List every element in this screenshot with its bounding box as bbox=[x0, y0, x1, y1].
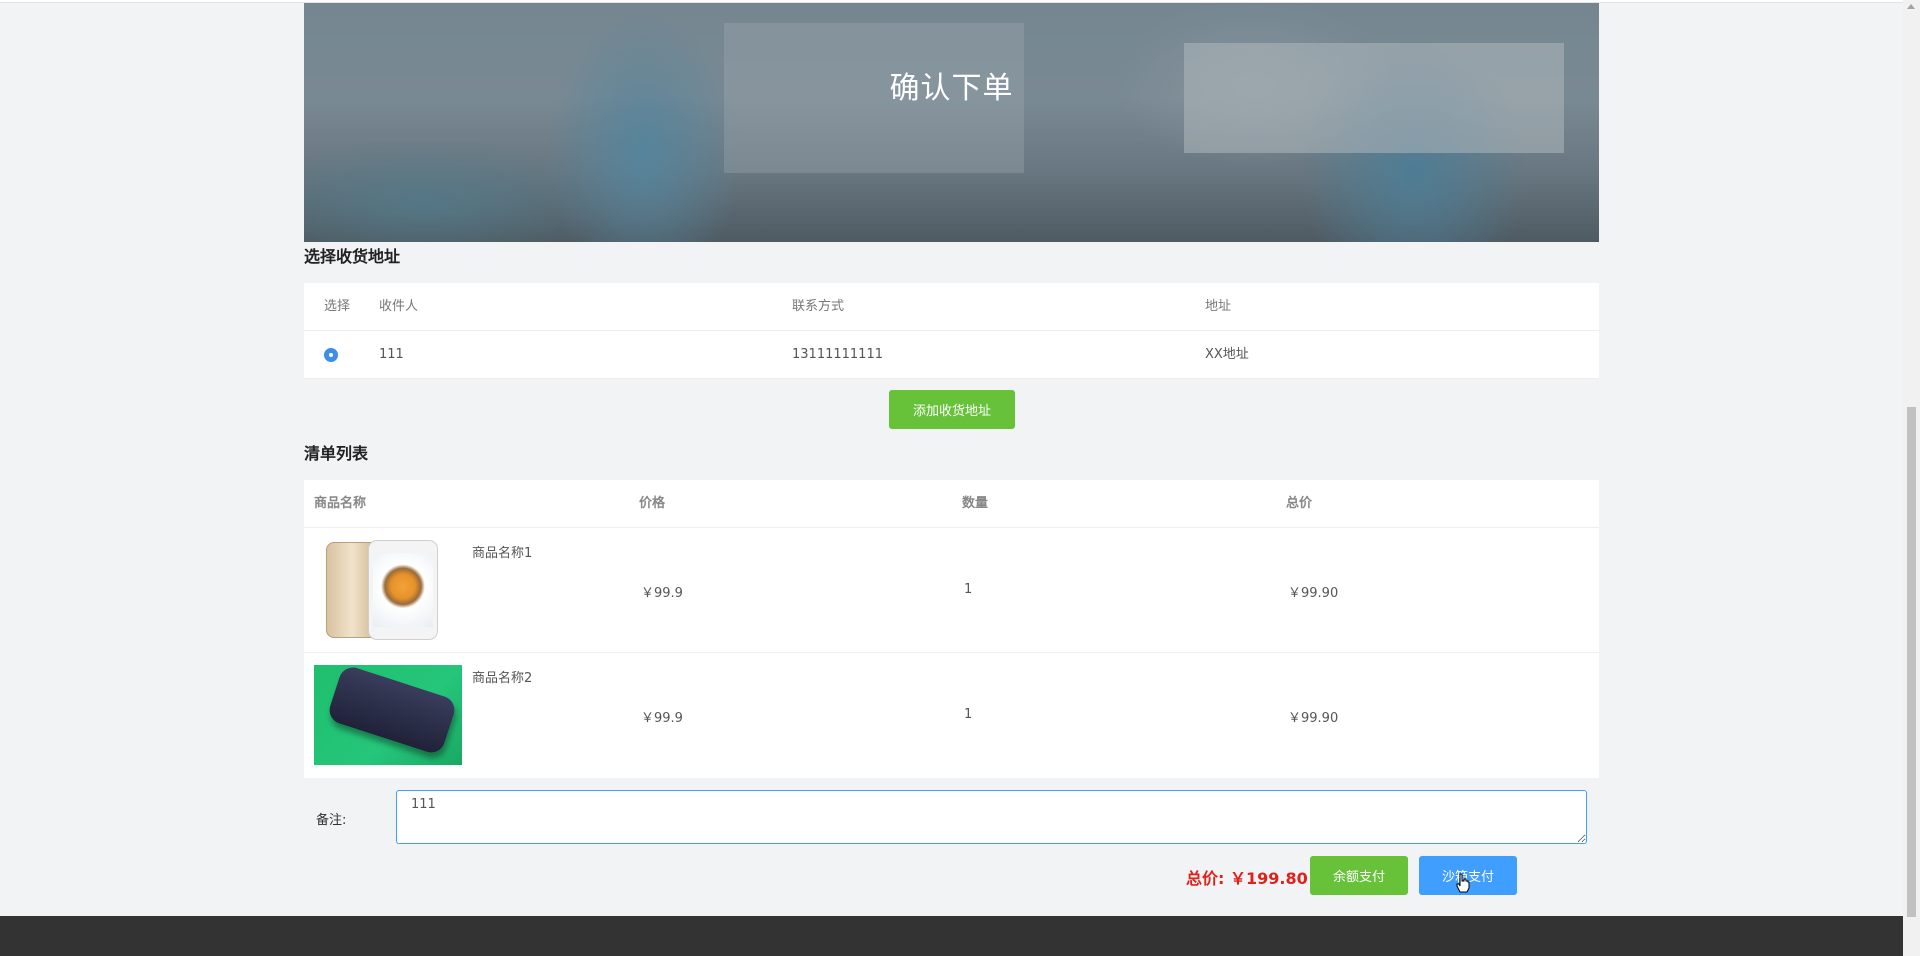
page-banner: 确认下单 bbox=[304, 3, 1599, 242]
address-table-header: 选择 收件人 联系方式 地址 bbox=[304, 283, 1599, 331]
order-item-row: 商品名称1 ￥99.9 1 ￥99.90 bbox=[304, 528, 1599, 653]
column-header-price: 价格 bbox=[639, 496, 666, 511]
order-table: 商品名称 价格 数量 总价 商品名称1 ￥99.9 1 ￥99.90 商品名称2 bbox=[304, 480, 1599, 778]
remark-textarea[interactable]: 111 bbox=[396, 790, 1587, 844]
product-name: 商品名称1 bbox=[472, 546, 533, 561]
phone-case-shape bbox=[325, 665, 459, 757]
column-header-total: 总价 bbox=[1286, 496, 1313, 511]
banner-overlay bbox=[304, 3, 1599, 242]
address-section-title: 选择收货地址 bbox=[304, 247, 401, 266]
column-header-quantity: 数量 bbox=[962, 496, 989, 511]
product-total: ￥99.90 bbox=[1288, 586, 1339, 601]
page-title: 确认下单 bbox=[889, 71, 1014, 106]
page-footer bbox=[0, 916, 1920, 956]
scrollbar-thumb[interactable] bbox=[1907, 407, 1916, 917]
column-header-address: 地址 bbox=[1205, 299, 1232, 314]
address-table: 选择 收件人 联系方式 地址 111 13111111111 XX地址 bbox=[304, 283, 1599, 379]
page-container: 确认下单 选择收货地址 选择 收件人 联系方式 地址 111 131111111… bbox=[304, 3, 1599, 895]
product-price: ￥99.9 bbox=[641, 711, 683, 726]
column-header-product-name: 商品名称 bbox=[314, 496, 367, 511]
order-item-row: 商品名称2 ￥99.9 1 ￥99.90 bbox=[304, 653, 1599, 778]
address-cell: XX地址 bbox=[1205, 347, 1249, 362]
product-image-phone-case bbox=[314, 665, 462, 765]
product-quantity: 1 bbox=[964, 582, 973, 597]
vertical-scrollbar[interactable] bbox=[1903, 0, 1920, 956]
phone-front-shape bbox=[368, 540, 438, 640]
address-radio-selected[interactable] bbox=[324, 348, 338, 362]
phone-cell: 13111111111 bbox=[792, 347, 883, 362]
product-name: 商品名称2 bbox=[472, 671, 533, 686]
product-price: ￥99.9 bbox=[641, 586, 683, 601]
column-header-select: 选择 bbox=[324, 299, 351, 314]
scroll-up-icon[interactable] bbox=[1907, 4, 1915, 9]
balance-pay-button[interactable]: 余额支付 bbox=[1310, 856, 1408, 895]
total-price: 总价: ￥199.80 bbox=[1186, 869, 1308, 888]
add-address-button[interactable]: 添加收货地址 bbox=[889, 390, 1015, 429]
product-image-iphone bbox=[326, 540, 439, 640]
order-table-header: 商品名称 价格 数量 总价 bbox=[304, 480, 1599, 528]
phone-screen-shape bbox=[373, 553, 433, 627]
order-list-title: 清单列表 bbox=[304, 444, 369, 463]
remark-label: 备注: bbox=[316, 813, 347, 828]
address-row[interactable]: 111 13111111111 XX地址 bbox=[304, 331, 1599, 379]
recipient-cell: 111 bbox=[379, 347, 404, 362]
column-header-recipient: 收件人 bbox=[379, 299, 419, 314]
hand-cursor-icon bbox=[1456, 873, 1470, 893]
product-quantity: 1 bbox=[964, 707, 973, 722]
column-header-phone: 联系方式 bbox=[792, 299, 845, 314]
product-total: ￥99.90 bbox=[1288, 711, 1339, 726]
